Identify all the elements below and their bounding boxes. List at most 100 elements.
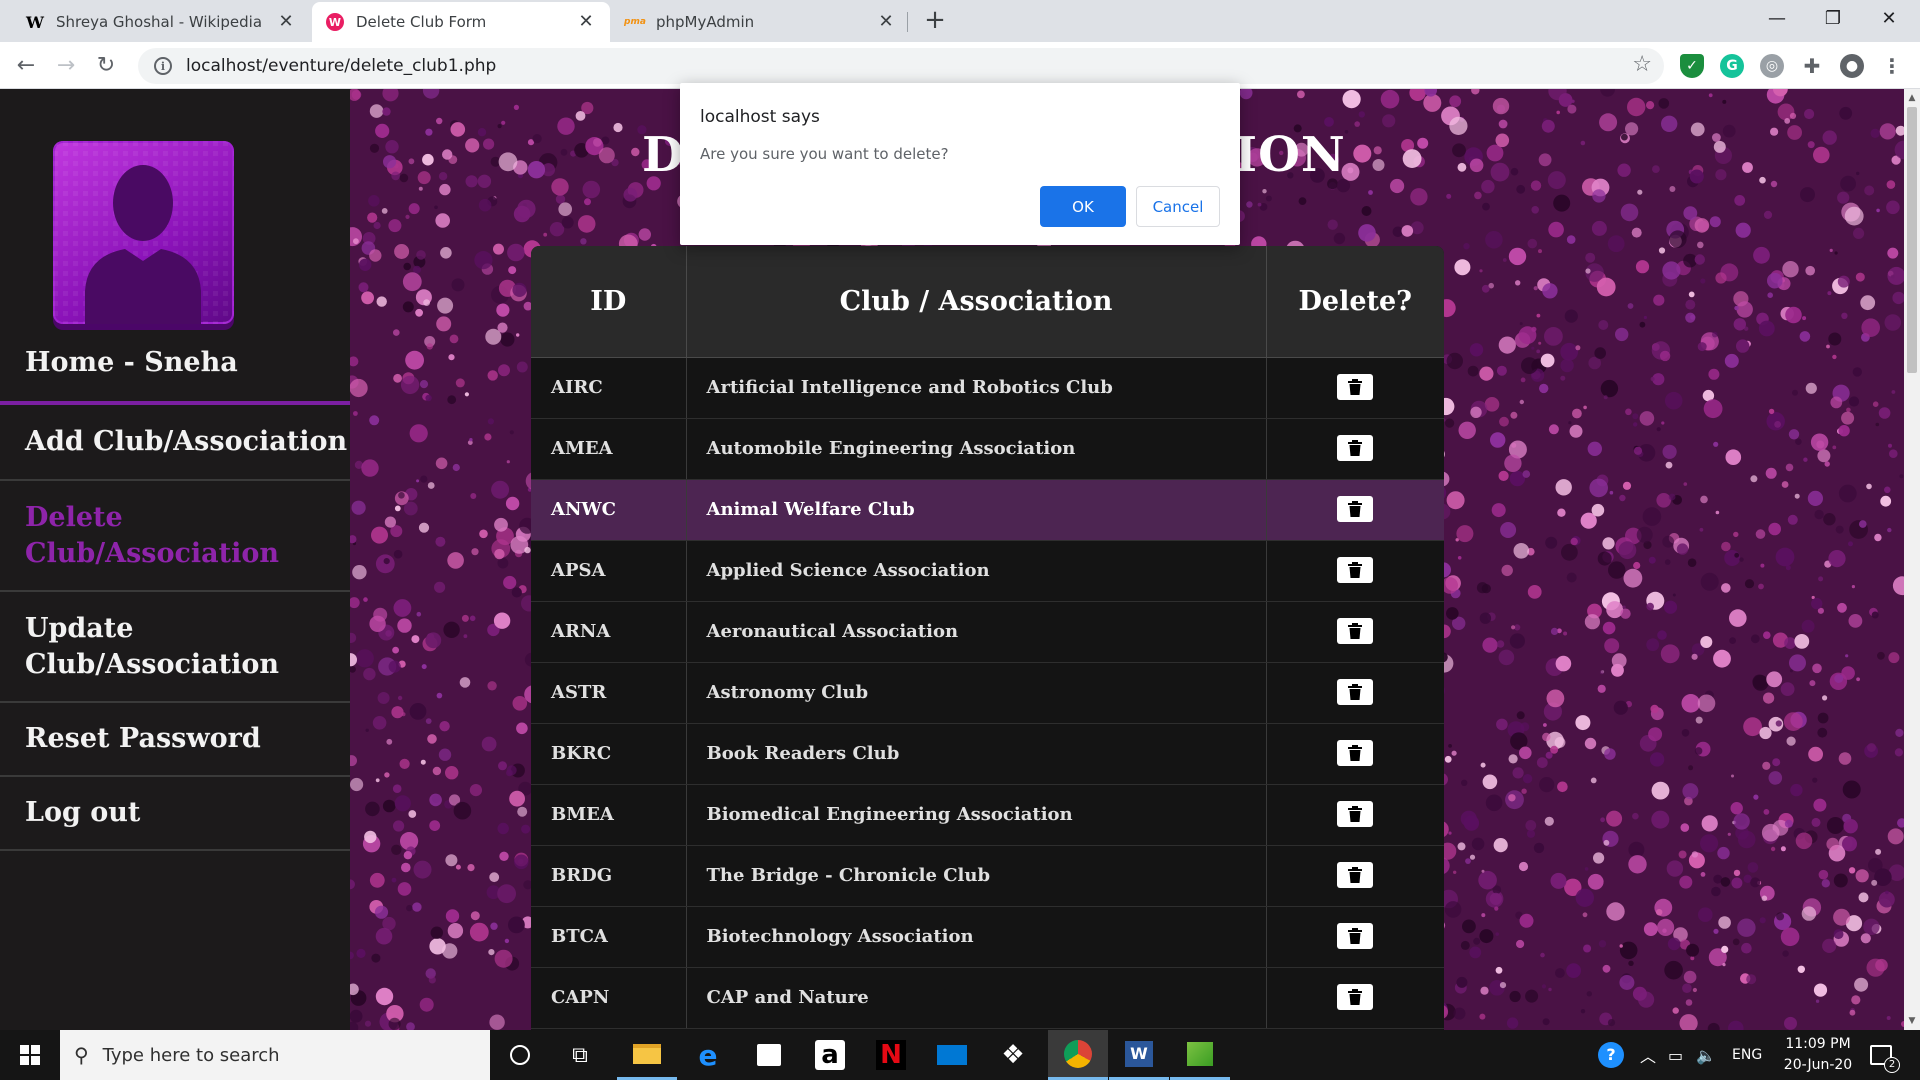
scroll-up-icon[interactable]: ▲ <box>1904 91 1920 105</box>
glitter-speck <box>1632 413 1639 420</box>
shield-extension-icon[interactable]: ✓ <box>1680 54 1704 78</box>
delete-button[interactable] <box>1337 740 1374 766</box>
start-button[interactable] <box>0 1030 60 1080</box>
edge-icon[interactable]: e <box>678 1030 738 1080</box>
sidebar-item-delete-club[interactable]: Delete Club/Association <box>0 481 350 592</box>
chrome-icon[interactable] <box>1048 1030 1108 1080</box>
glitter-speck <box>1888 443 1892 448</box>
cancel-button[interactable]: Cancel <box>1136 186 1220 227</box>
address-bar[interactable]: i localhost/eventure/delete_club1.php ☆ <box>138 48 1664 84</box>
clock[interactable]: 11:09 PM 20-Jun-20 <box>1770 1034 1866 1076</box>
close-icon[interactable]: ✕ <box>276 12 296 32</box>
glitter-speck <box>498 761 507 771</box>
back-button[interactable]: ← <box>10 50 42 82</box>
delete-button[interactable] <box>1337 801 1374 827</box>
word-icon[interactable]: W <box>1109 1030 1169 1080</box>
glitter-speck <box>1333 232 1346 245</box>
glitter-speck <box>1897 818 1904 828</box>
glitter-speck <box>452 463 460 472</box>
glitter-speck <box>1665 461 1673 469</box>
scroll-down-icon[interactable]: ▼ <box>1904 1014 1920 1028</box>
trash-icon <box>1348 745 1363 761</box>
delete-button[interactable] <box>1337 984 1374 1010</box>
dropbox-icon[interactable]: ❖ <box>983 1030 1043 1080</box>
delete-button[interactable] <box>1337 679 1374 705</box>
scrollbar-thumb[interactable] <box>1907 107 1917 373</box>
tray-expand-icon[interactable]: ︿ <box>1640 1030 1656 1080</box>
page-scrollbar[interactable]: ▲ ▼ <box>1904 89 1920 1030</box>
task-view-icon[interactable]: ⧉ <box>550 1030 610 1080</box>
delete-button[interactable] <box>1337 374 1374 400</box>
glitter-speck <box>1676 543 1689 555</box>
sidebar-item-home[interactable]: Home - Sneha <box>0 325 350 405</box>
sidebar-item-logout[interactable]: Log out <box>0 777 350 851</box>
file-explorer-icon[interactable] <box>617 1030 677 1080</box>
delete-button[interactable] <box>1337 557 1374 583</box>
glitter-speck <box>1633 446 1643 455</box>
glitter-speck <box>1834 251 1838 255</box>
glitter-speck <box>580 238 587 245</box>
help-icon[interactable]: ? <box>1598 1030 1624 1080</box>
delete-button[interactable] <box>1337 435 1374 461</box>
glitter-speck <box>385 140 399 154</box>
glitter-speck <box>487 370 498 381</box>
close-icon[interactable]: ✕ <box>876 12 896 32</box>
new-tab-button[interactable]: + <box>920 6 950 36</box>
sidebar-item-update-club[interactable]: Update Club/Association <box>0 592 350 703</box>
glitter-speck <box>1548 221 1564 238</box>
delete-button[interactable] <box>1337 923 1374 949</box>
cortana-icon[interactable] <box>490 1030 550 1080</box>
store-icon[interactable] <box>739 1030 799 1080</box>
amazon-icon[interactable]: a <box>800 1030 860 1080</box>
restore-button[interactable]: ❐ <box>1810 0 1856 38</box>
glitter-speck <box>1713 649 1731 668</box>
glitter-speck <box>1833 873 1848 888</box>
glitter-speck <box>469 784 482 797</box>
netflix-icon[interactable]: N <box>861 1030 921 1080</box>
ok-button[interactable]: OK <box>1040 186 1126 227</box>
glitter-speck <box>1839 106 1853 120</box>
glitter-speck <box>1456 525 1474 543</box>
glitter-speck <box>1700 636 1713 648</box>
delete-button[interactable] <box>1337 862 1374 888</box>
profile-avatar-icon[interactable]: ● <box>1840 54 1864 78</box>
forward-button[interactable]: → <box>50 50 82 82</box>
glitter-speck <box>1522 774 1533 784</box>
site-info-icon[interactable]: i <box>154 57 172 75</box>
menu-kebab-icon[interactable]: ⋮ <box>1880 54 1904 78</box>
glitter-speck <box>1717 846 1730 860</box>
extension-icon[interactable]: ◎ <box>1760 54 1784 78</box>
reload-button[interactable]: ↻ <box>90 50 122 82</box>
notifications-icon[interactable]: 2 <box>1870 1030 1900 1080</box>
glitter-speck <box>1479 929 1494 944</box>
language-indicator[interactable]: ENG <box>1732 1030 1762 1080</box>
glitter-speck <box>1518 861 1529 872</box>
glitter-speck <box>1828 550 1846 568</box>
mail-icon[interactable] <box>922 1030 982 1080</box>
minimize-button[interactable]: — <box>1754 0 1800 38</box>
grammarly-icon[interactable]: G <box>1720 54 1744 78</box>
battery-icon[interactable]: ▭ <box>1668 1030 1683 1080</box>
glitter-speck <box>1664 960 1683 980</box>
bookmark-star-icon[interactable]: ☆ <box>1632 52 1652 77</box>
glitter-speck <box>429 820 441 831</box>
glitter-speck <box>1652 165 1660 173</box>
volume-icon[interactable]: 🔈 <box>1696 1030 1716 1080</box>
glitter-speck <box>477 128 487 137</box>
tab-wikipedia[interactable]: W Shreya Ghoshal - Wikipedia ✕ <box>12 2 310 42</box>
sidebar-item-reset-password[interactable]: Reset Password <box>0 703 350 777</box>
paint-icon[interactable] <box>1170 1030 1230 1080</box>
puzzle-extensions-icon[interactable]: ✚ <box>1800 54 1824 78</box>
glitter-speck <box>1694 254 1706 265</box>
close-icon[interactable]: ✕ <box>576 12 596 32</box>
delete-button[interactable] <box>1337 618 1374 644</box>
glitter-speck <box>1711 886 1721 897</box>
delete-button[interactable] <box>1337 496 1374 522</box>
tab-delete-club-form[interactable]: W Delete Club Form ✕ <box>312 2 610 42</box>
close-window-button[interactable]: ✕ <box>1866 0 1912 38</box>
tab-phpmyadmin[interactable]: pma phpMyAdmin ✕ <box>612 2 910 42</box>
taskbar-search-input[interactable]: ⚲ Type here to search <box>60 1030 490 1080</box>
glitter-speck <box>391 844 402 855</box>
sidebar-item-add-club[interactable]: Add Club/Association <box>0 405 350 481</box>
glitter-speck <box>1687 558 1697 567</box>
